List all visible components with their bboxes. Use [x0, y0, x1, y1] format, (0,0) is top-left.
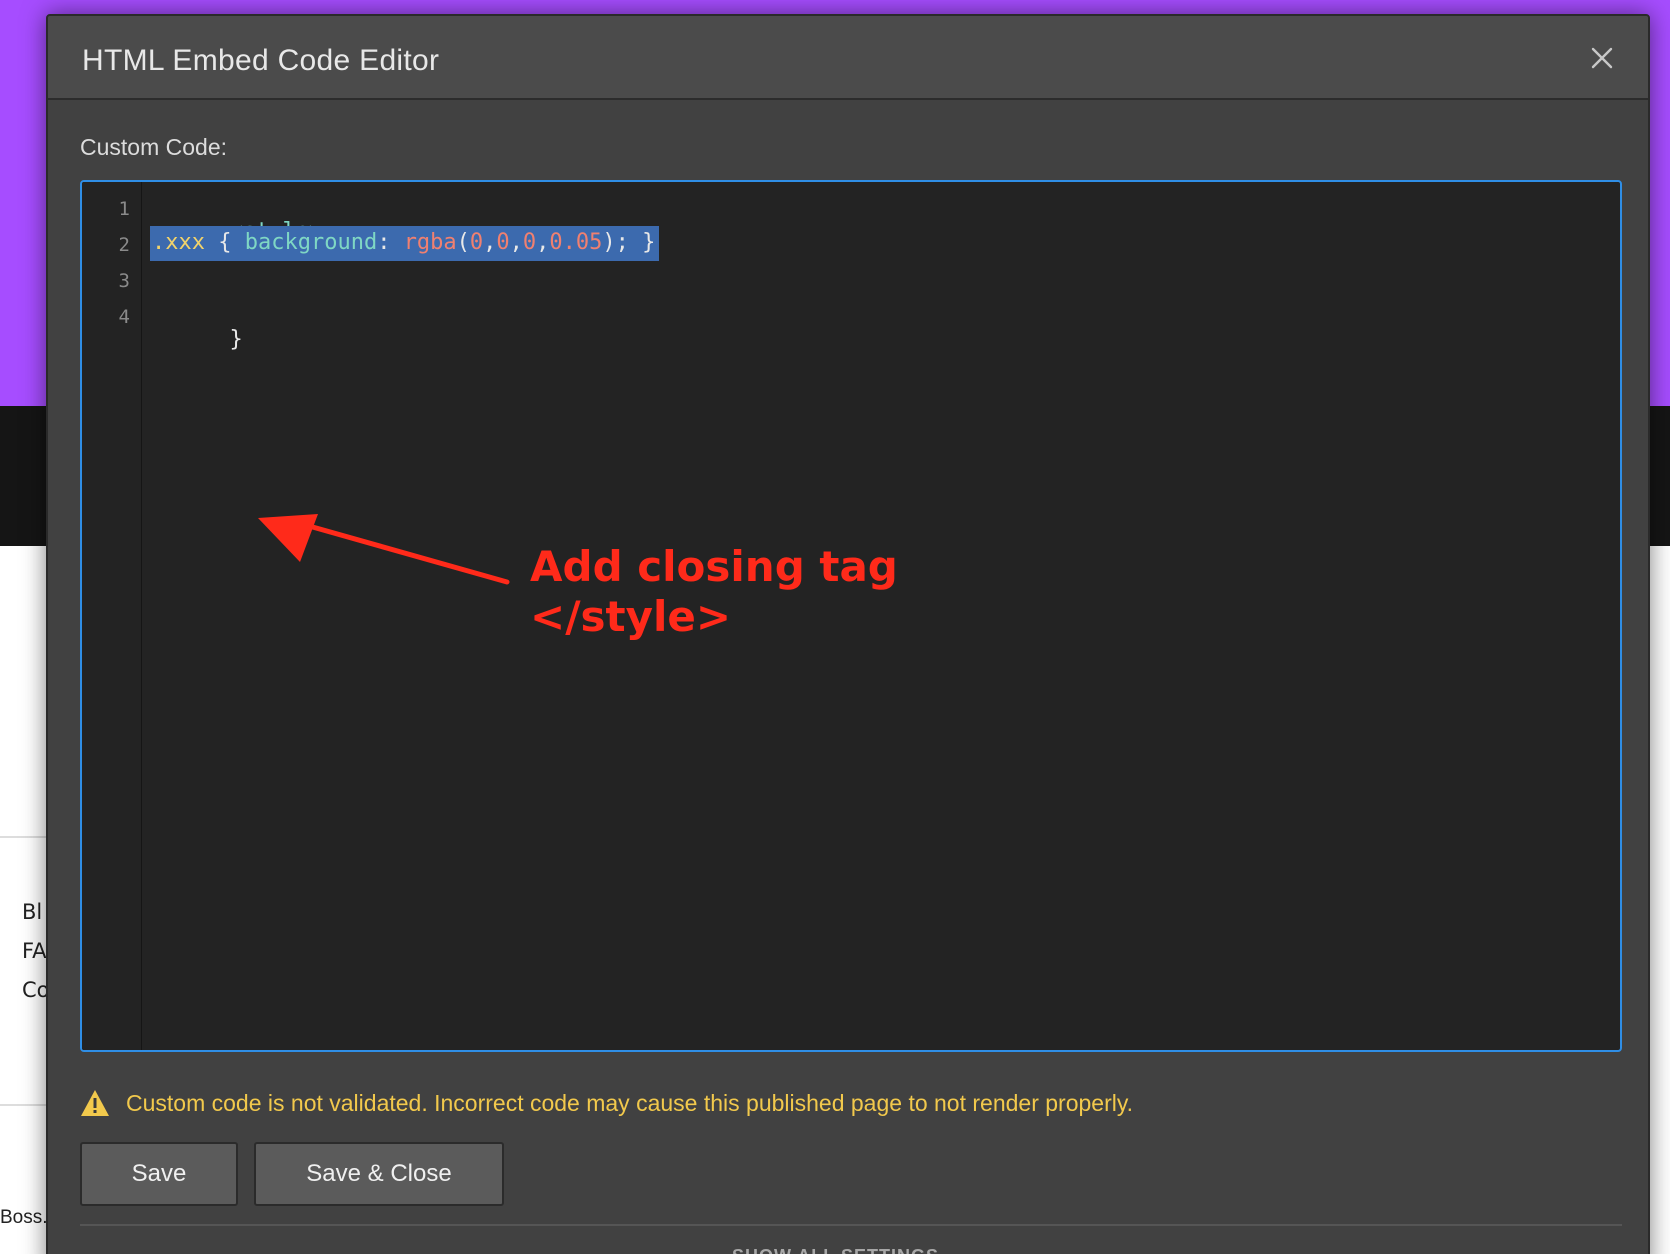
code-token: background — [244, 230, 378, 255]
validation-warning: Custom code is not validated. Incorrect … — [80, 1086, 1133, 1120]
annotation-line: </style> — [530, 592, 732, 641]
line-number: 1 — [118, 198, 130, 220]
line-gutter: 1 2 3 4 — [82, 182, 142, 1050]
annotation-line: Add closing tag — [530, 542, 898, 591]
code-token: ); } — [602, 230, 656, 255]
code-selection: .xxx { background: rgba(0,0,0,0.05); } — [150, 226, 660, 261]
custom-code-label: Custom Code: — [80, 134, 228, 160]
close-icon[interactable] — [1586, 42, 1618, 74]
code-token: , — [483, 230, 497, 255]
line-number: 2 — [118, 234, 130, 256]
show-all-settings-link[interactable]: SHOW ALL SETTINGS → — [48, 1246, 1648, 1254]
warning-text: Custom code is not validated. Incorrect … — [126, 1089, 1134, 1116]
code-line-2: .xxx { background: rgba(0,0,0,0.05); } — [150, 226, 660, 261]
modal-title: HTML Embed Code Editor — [82, 44, 440, 77]
page-link[interactable]: Bl — [22, 900, 42, 924]
annotation-text: Add closing tag </style> — [530, 542, 898, 642]
code-token: , — [509, 230, 523, 255]
line-number: 3 — [118, 270, 130, 292]
code-token: 0 — [469, 230, 484, 255]
html-embed-modal: HTML Embed Code Editor Custom Code: 1 2 … — [46, 14, 1650, 1254]
code-token: rgba — [403, 230, 457, 255]
code-token: , — [536, 230, 550, 255]
page-link[interactable]: FA — [22, 939, 47, 963]
code-token: } — [229, 327, 243, 352]
code-token: { — [204, 230, 245, 255]
code-token: 0 — [496, 230, 510, 255]
annotation-arrow-icon — [258, 514, 510, 585]
code-token: 0 — [522, 230, 537, 255]
code-line-4: } — [150, 302, 243, 377]
code-editor[interactable]: 1 2 3 4 <style> .xxx { background: rgba(… — [80, 180, 1622, 1052]
code-token: : — [377, 230, 404, 255]
warning-icon — [81, 1090, 109, 1116]
code-token: 0.05 — [549, 230, 603, 255]
footer-divider — [80, 1224, 1622, 1226]
save-and-close-button[interactable]: Save & Close — [254, 1142, 504, 1206]
save-button[interactable]: Save — [80, 1142, 238, 1206]
code-token: .xxx — [152, 230, 205, 255]
modal-header: HTML Embed Code Editor — [48, 16, 1648, 100]
code-token: ( — [456, 230, 470, 255]
line-number: 4 — [118, 306, 130, 328]
